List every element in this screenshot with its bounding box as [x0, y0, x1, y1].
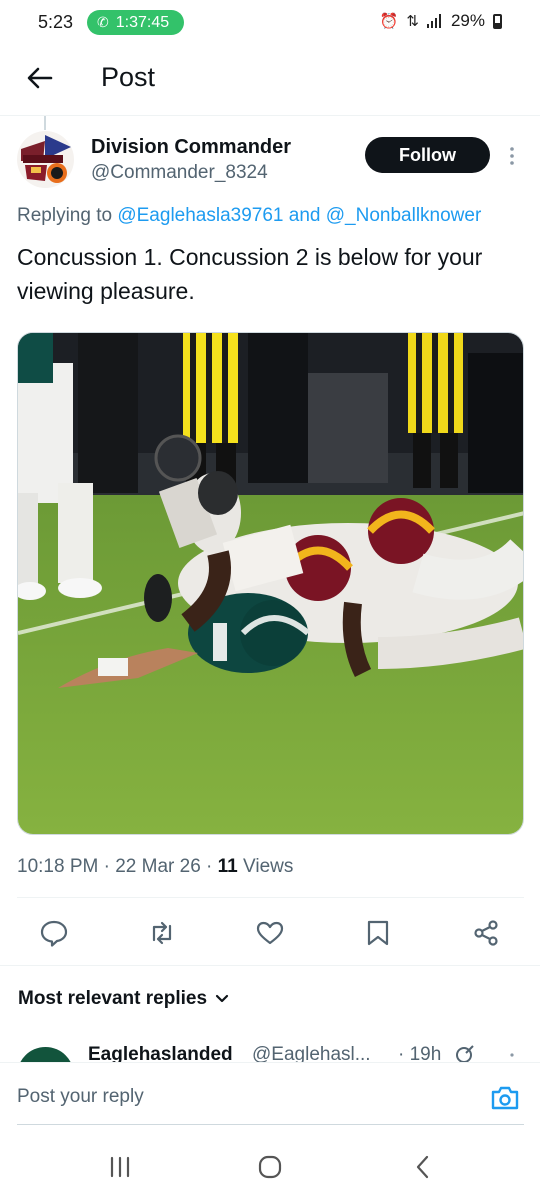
author-name[interactable]: Division Commander: [91, 136, 291, 159]
reply-icon[interactable]: [39, 918, 69, 948]
share-icon[interactable]: [471, 918, 501, 948]
status-icons: ⏰ ⇅ 29%: [380, 11, 502, 31]
post-time: 10:18 PM: [17, 856, 99, 877]
reply-author-name[interactable]: Eaglehaslanded: [88, 1044, 233, 1062]
signal-icon: [426, 14, 441, 28]
composer-underline: [17, 1124, 524, 1125]
divider: [17, 897, 524, 898]
status-time: 5:23: [38, 12, 74, 32]
post-text: Concussion 1. Concussion 2 is below for …: [17, 244, 483, 304]
reply-input[interactable]: Post your reply: [17, 1086, 144, 1108]
reply-time: · 19h: [398, 1044, 442, 1062]
author-avatar[interactable]: [17, 131, 74, 188]
grok-icon[interactable]: [455, 1044, 475, 1062]
post-actions: [0, 906, 540, 960]
bookmark-icon[interactable]: [363, 918, 393, 948]
battery-icon: [493, 13, 502, 29]
views-label[interactable]: Views: [243, 856, 293, 877]
post-media-image[interactable]: [17, 332, 524, 835]
repost-icon[interactable]: [147, 918, 177, 948]
reply-author-handle[interactable]: @Eaglehasl...: [252, 1044, 371, 1062]
heart-icon[interactable]: [255, 918, 285, 948]
ongoing-call-pill[interactable]: ✆ 1:37:45: [87, 10, 184, 35]
page-title: Post: [101, 62, 156, 92]
home-icon[interactable]: [255, 1152, 285, 1182]
call-timer: 1:37:45: [115, 13, 170, 31]
recent-apps-icon[interactable]: [105, 1152, 135, 1182]
reply-list-item[interactable]: Eaglehaslanded @Eaglehasl... · 19h: [0, 1030, 540, 1062]
author-handle[interactable]: @Commander_8324: [91, 162, 268, 184]
back-icon[interactable]: [408, 1152, 438, 1182]
replies-sort-dropdown[interactable]: Most relevant replies: [18, 988, 229, 1010]
follow-button[interactable]: Follow: [365, 137, 490, 173]
status-bar: 5:23 ✆ 1:37:45 ⏰ ⇅ 29%: [0, 0, 540, 44]
meta-separator: ·: [103, 856, 110, 877]
replying-prefix: Replying to: [17, 205, 113, 226]
avatar-image: [17, 131, 74, 188]
replies-sort-label: Most relevant replies: [18, 988, 208, 1009]
views-count[interactable]: 11: [218, 856, 238, 877]
post-timestamp-views: 10:18 PM · 22 Mar 26 · 11 Views: [17, 856, 293, 878]
battery-percent: 29%: [450, 11, 485, 30]
photo-icon: [18, 333, 523, 834]
reply-avatar[interactable]: [17, 1047, 74, 1062]
more-options-icon[interactable]: [505, 144, 519, 168]
section-divider: [0, 965, 540, 966]
more-options-icon[interactable]: [505, 1048, 519, 1062]
arrow-left-icon[interactable]: [24, 62, 56, 94]
alarm-icon: ⏰: [379, 13, 399, 30]
phone-icon: ✆: [97, 14, 109, 30]
post-date: 22 Mar 26: [115, 856, 201, 877]
system-nav-bar: [0, 1134, 540, 1199]
thread-connector-line: [44, 116, 46, 130]
post-header: Post: [0, 44, 540, 116]
replying-handle-link[interactable]: @Eaglehasla39761: [117, 205, 283, 226]
reply-composer: Post your reply: [0, 1062, 540, 1124]
replying-to: Replying to @Eaglehasla39761 and @_Nonba…: [17, 205, 481, 227]
data-transfer-icon: ⇅: [406, 13, 419, 30]
camera-icon[interactable]: [490, 1085, 520, 1111]
replying-and[interactable]: and: [289, 205, 321, 226]
replying-handle-link-2[interactable]: @_Nonballknower: [326, 205, 482, 226]
meta-separator-2: ·: [206, 856, 213, 877]
chevron-down-icon: [215, 994, 229, 1003]
